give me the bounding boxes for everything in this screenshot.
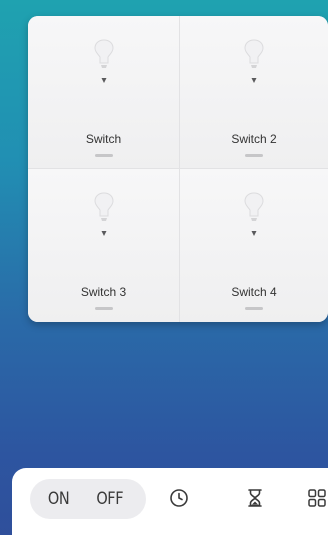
switch-tile-1[interactable]: Switch [28, 16, 180, 169]
switch-panel: Switch Switch 2 Switch 3 Switch 4 [28, 16, 328, 322]
lightbulb-icon [244, 192, 264, 236]
switch-tile-2[interactable]: Switch 2 [180, 16, 328, 169]
switch-state-indicator [94, 307, 113, 310]
switch-tile-4[interactable]: Switch 4 [180, 169, 328, 322]
all-off-button[interactable]: OFF [96, 479, 123, 519]
grid-icon[interactable] [306, 487, 328, 509]
lightbulb-icon [93, 192, 114, 236]
switch-label: Switch 4 [231, 285, 277, 299]
switch-tile-3[interactable]: Switch 3 [28, 169, 180, 322]
switch-grid: Switch Switch 2 Switch 3 Switch 4 [28, 16, 328, 322]
switch-label: Switch 2 [231, 132, 277, 146]
switch-state-indicator [245, 307, 263, 310]
all-on-button[interactable]: ON [48, 479, 70, 519]
lightbulb-icon [244, 39, 264, 83]
home-indicator [150, 530, 260, 534]
switch-state-indicator [245, 154, 263, 157]
lightbulb-icon [93, 39, 114, 83]
hourglass-icon[interactable] [244, 487, 266, 509]
clock-icon[interactable] [168, 487, 190, 509]
switch-label: Switch [85, 132, 122, 146]
switch-state-indicator [94, 154, 113, 157]
bottom-toolbar: ON OFF [12, 468, 328, 535]
on-off-toggle: ON OFF [30, 479, 146, 519]
switch-label: Switch 3 [80, 285, 127, 299]
